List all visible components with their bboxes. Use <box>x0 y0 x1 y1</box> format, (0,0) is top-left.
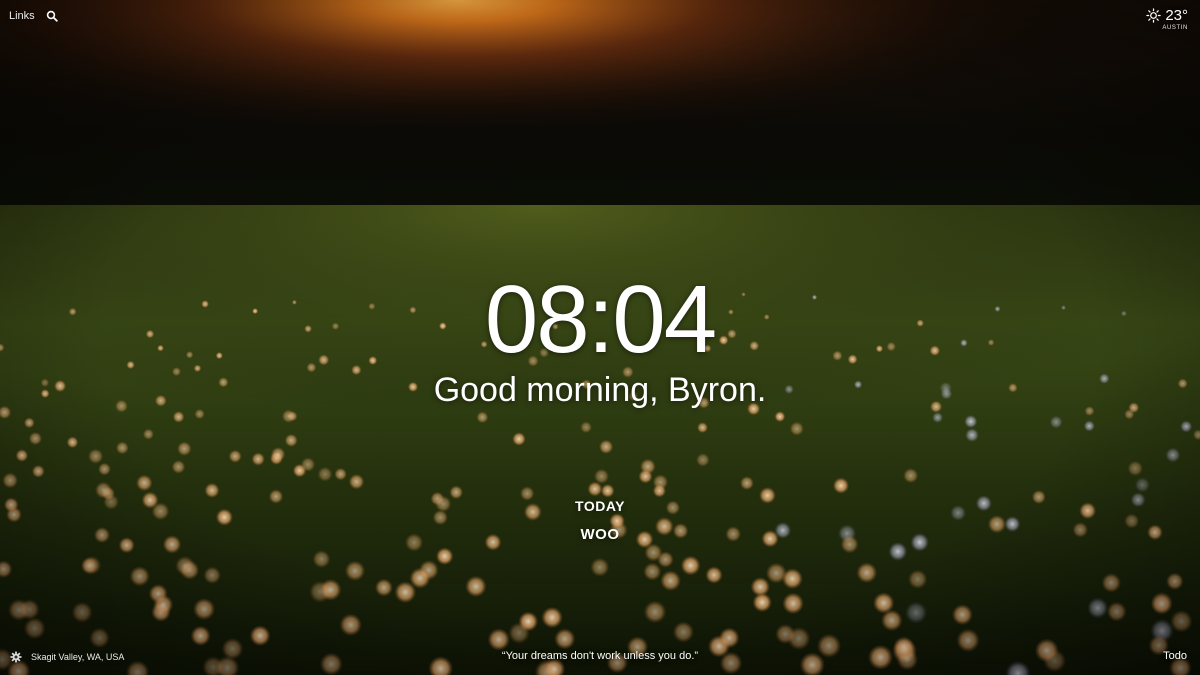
weather-location: AUSTIN <box>1162 25 1188 31</box>
clock: 08:04 <box>484 266 717 373</box>
top-left-bar: Links <box>9 10 58 22</box>
weather-row: 23° <box>1146 7 1188 24</box>
links-button[interactable]: Links <box>9 10 35 22</box>
sun-icon <box>1146 8 1161 23</box>
temperature: 23° <box>1165 7 1188 24</box>
focus-title: TODAY <box>575 498 625 514</box>
focus-task[interactable]: WOO <box>0 526 1200 543</box>
search-icon[interactable] <box>46 10 58 22</box>
greeting: Good morning, Byron. <box>433 371 767 409</box>
todo-button[interactable]: Todo <box>1163 650 1187 662</box>
new-tab-dashboard: Links 23° AUSTIN 08:04 Good morning, Byr… <box>0 0 1200 675</box>
weather-widget[interactable]: 23° AUSTIN <box>1146 7 1188 31</box>
quote[interactable]: “Your dreams don't work unless you do.” <box>0 650 1200 662</box>
